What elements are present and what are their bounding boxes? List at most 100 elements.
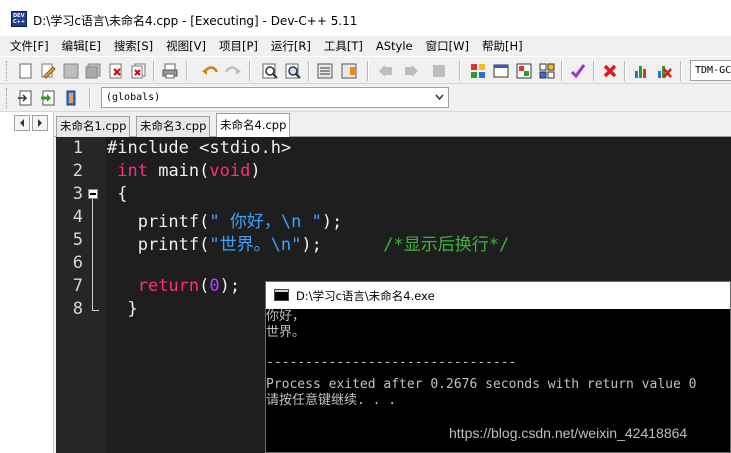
code-token: main( xyxy=(147,161,210,181)
code-line: } xyxy=(107,299,138,319)
tab-file-4[interactable]: 未命名4.cpp xyxy=(216,113,291,138)
code-token: \n xyxy=(270,235,292,255)
code-token: int xyxy=(117,161,148,181)
code-token: ); xyxy=(321,212,343,232)
stop-execution-icon[interactable] xyxy=(601,62,619,80)
code-token: \n xyxy=(280,212,302,232)
replace-icon[interactable] xyxy=(284,62,302,80)
code-token: ); xyxy=(219,276,241,296)
chevron-right-icon xyxy=(38,119,42,127)
menu-window[interactable]: 窗口[W] xyxy=(413,36,469,56)
undo-icon[interactable] xyxy=(201,62,219,80)
chevron-down-icon xyxy=(435,94,444,101)
find-icon[interactable] xyxy=(261,62,279,80)
code-line: printf("世界。\n"); /*显示后换行*/ xyxy=(107,230,509,255)
code-token: } xyxy=(107,299,138,319)
toolbar-separator xyxy=(367,61,369,81)
delete-profile-icon[interactable] xyxy=(655,62,673,80)
line-number: 2 xyxy=(72,161,83,181)
toolbar-separator xyxy=(624,61,626,81)
console-line: -------------------------------- xyxy=(266,355,517,370)
fold-collapse-icon[interactable] xyxy=(88,189,98,199)
project-options-icon[interactable] xyxy=(515,62,533,80)
code-token: printf( xyxy=(107,212,210,232)
bookmark-forward-icon[interactable] xyxy=(402,62,420,80)
panel-tab-next-button[interactable] xyxy=(32,115,48,131)
console-title-bar[interactable]: D:\学习c语言\未命名4.exe xyxy=(266,282,730,309)
menu-file[interactable]: 文件[F] xyxy=(0,36,49,56)
menu-edit[interactable]: 编辑[E] xyxy=(49,36,101,56)
menu-run[interactable]: 运行[R] xyxy=(258,36,311,56)
panel-tab-prev-button[interactable] xyxy=(14,115,30,131)
console-line: 你好， xyxy=(266,309,306,324)
toolbar-separator xyxy=(308,61,310,81)
new-project-icon[interactable] xyxy=(469,62,487,80)
goto-icon[interactable] xyxy=(39,89,57,107)
line-number: 5 xyxy=(72,230,83,250)
toolbar-grip xyxy=(6,61,9,81)
console-line: 请按任意键继续. . . xyxy=(266,393,397,408)
code-token: return xyxy=(137,276,200,296)
save-icon[interactable] xyxy=(62,62,80,80)
print-icon[interactable] xyxy=(161,62,179,80)
menu-view[interactable]: 视图[V] xyxy=(153,36,206,56)
close-all-icon[interactable] xyxy=(130,62,148,80)
code-token: ( xyxy=(199,276,210,296)
tab-file-1[interactable]: 未命名1.cpp xyxy=(56,116,131,137)
console-app-icon xyxy=(274,289,289,301)
secondary-toolbar: (globals) xyxy=(0,84,731,112)
code-token: /*显示后换行*/ xyxy=(383,235,510,255)
panel-tab-nav xyxy=(14,115,50,131)
console-line: Process exited after 0.2676 seconds with… xyxy=(266,377,697,392)
code-token: " xyxy=(291,235,302,255)
line-number: 4 xyxy=(72,207,83,227)
open-file-icon[interactable] xyxy=(39,62,57,80)
code-token: "世界。 xyxy=(209,235,271,255)
fold-guide xyxy=(92,199,93,310)
code-token: ); xyxy=(301,235,384,255)
menu-search[interactable]: 搜索[S] xyxy=(101,36,153,56)
comment-icon[interactable] xyxy=(430,62,448,80)
unindent-icon[interactable] xyxy=(340,62,358,80)
toggle-bookmark-icon[interactable] xyxy=(62,89,80,107)
tab-file-3[interactable]: 未命名3.cpp xyxy=(136,116,211,137)
indent-icon[interactable] xyxy=(316,62,334,80)
code-token: " 你好， xyxy=(209,212,281,232)
chevron-left-icon xyxy=(20,119,24,127)
profile-chart-icon[interactable] xyxy=(632,62,650,80)
watermark: https://blog.csdn.net/weixin_42418864 xyxy=(449,425,688,441)
redo-icon[interactable] xyxy=(224,62,242,80)
save-all-icon[interactable] xyxy=(84,62,102,80)
menu-tools[interactable]: 工具[T] xyxy=(311,36,363,56)
toolbar-separator xyxy=(186,61,188,81)
insert-icon[interactable] xyxy=(16,89,34,107)
line-number: 3 xyxy=(72,184,83,204)
new-file-icon[interactable] xyxy=(17,62,35,80)
close-file-icon[interactable] xyxy=(107,62,125,80)
toolbar-separator xyxy=(459,61,461,81)
code-token: void xyxy=(209,161,251,181)
menu-astyle[interactable]: AStyle xyxy=(363,36,413,56)
scope-select[interactable]: (globals) xyxy=(101,87,449,108)
project-units-icon[interactable] xyxy=(538,62,556,80)
menu-project[interactable]: 项目[P] xyxy=(206,36,258,56)
code-line: { xyxy=(107,184,127,204)
devcpp-app-icon: DEV C++ xyxy=(11,11,27,27)
window-title: D:\学习c语言\未命名4.cpp - [Executing] - Dev-C+… xyxy=(33,14,358,28)
title-bar: DEV C++ D:\学习c语言\未命名4.cpp - [Executing] … xyxy=(0,0,731,36)
console-title: D:\学习c语言\未命名4.exe xyxy=(296,289,435,303)
code-token: { xyxy=(107,184,128,204)
code-line: int main(void) xyxy=(107,161,261,181)
project-window-icon[interactable] xyxy=(492,62,510,80)
menu-bar: 文件[F] 编辑[E] 搜索[S] 视图[V] 项目[P] 运行[R] 工具[T… xyxy=(0,36,731,56)
check-syntax-icon[interactable] xyxy=(569,62,587,80)
compiler-select[interactable]: TDM-GCC xyxy=(690,60,731,81)
code-token: ) xyxy=(250,161,261,181)
code-line: #include <stdio.h> xyxy=(107,138,291,158)
class-browser-panel xyxy=(0,112,54,453)
line-number: 6 xyxy=(72,253,83,273)
bookmark-back-icon[interactable] xyxy=(377,62,395,80)
menu-help[interactable]: 帮助[H] xyxy=(469,36,523,56)
